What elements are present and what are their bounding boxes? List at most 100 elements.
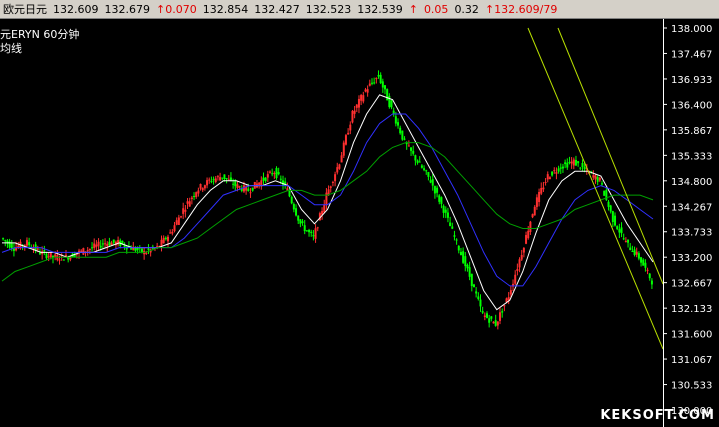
candle-body	[91, 247, 94, 249]
candle-body	[384, 85, 387, 90]
candle-body	[232, 183, 235, 185]
candle-body	[175, 220, 178, 225]
candle-body	[227, 179, 230, 181]
candle-body	[438, 195, 441, 202]
quote-v2: 0.32	[454, 2, 479, 16]
candle-body	[212, 179, 215, 181]
price-axis: 138.000 137.467 136.933 136.400 135.867 135.3…	[663, 19, 712, 427]
ma-line-1	[2, 94, 654, 311]
candle-body	[353, 110, 356, 114]
candle-body	[410, 147, 413, 151]
candle-body	[184, 209, 187, 212]
candle-body	[490, 316, 493, 319]
candle-body	[238, 186, 241, 188]
candle-body	[288, 190, 291, 197]
quote-change: ↑0.070	[156, 2, 197, 16]
candle-body	[264, 177, 267, 182]
candle-body	[594, 175, 597, 180]
candle-body	[47, 256, 50, 258]
candle-body	[266, 174, 269, 178]
candle-body	[162, 237, 165, 244]
candle-body	[106, 243, 109, 247]
candle-body	[236, 184, 239, 188]
candle-body	[45, 253, 48, 259]
candle-body	[82, 248, 85, 255]
candle-body	[203, 185, 206, 189]
candle-body	[650, 280, 653, 285]
candle-body	[167, 236, 170, 242]
candle-body	[101, 243, 104, 245]
candle-body	[579, 167, 582, 169]
candle-body	[188, 201, 191, 207]
candle-body	[290, 196, 293, 204]
candle-body	[156, 245, 159, 247]
symbol-label: 欧元日元	[3, 3, 47, 16]
candle-body	[199, 183, 202, 189]
candle-body	[629, 247, 632, 251]
axis-tick-label: 133.200	[671, 253, 712, 264]
candle-body	[80, 250, 83, 252]
axis-tick-label: 134.267	[671, 202, 712, 213]
candle-body	[520, 255, 523, 260]
candle-body	[277, 172, 280, 175]
candle-body	[407, 145, 410, 147]
quote-last: ↑132.609/79	[484, 2, 558, 16]
candle-body	[251, 187, 254, 191]
candle-body	[557, 168, 560, 172]
candle-body	[483, 315, 486, 318]
candle-body	[566, 162, 569, 168]
candle-body	[104, 243, 107, 245]
candle-body	[208, 179, 211, 181]
candle-body	[509, 290, 512, 295]
candle-body	[388, 95, 391, 108]
candle-body	[190, 197, 193, 199]
candle-body	[331, 181, 334, 183]
candle-body	[581, 162, 584, 167]
candle-body	[379, 74, 382, 84]
candle-body	[347, 132, 350, 135]
candle-body	[342, 142, 345, 156]
candle-body	[637, 253, 640, 259]
candle-body	[470, 273, 473, 287]
candle-body	[173, 225, 176, 232]
candle-body	[464, 256, 467, 267]
candle-body	[596, 176, 599, 182]
candle-body	[603, 190, 606, 196]
candle-body	[394, 116, 397, 124]
quote-p4: 132.539	[357, 2, 403, 16]
candle-body	[477, 296, 480, 300]
candle-body	[538, 191, 541, 203]
axis-tick-label: 135.867	[671, 126, 712, 137]
candle-body	[420, 165, 423, 168]
candle-body	[260, 180, 263, 186]
candle-body	[110, 242, 113, 246]
axis-tick-label: 132.667	[671, 279, 712, 290]
candle-body	[58, 259, 61, 261]
candle-body	[390, 100, 393, 108]
candle-body	[614, 215, 617, 226]
candle-body	[10, 243, 13, 249]
candle-body	[88, 249, 91, 251]
candle-body	[323, 204, 326, 213]
axis-tick-label: 131.067	[671, 355, 712, 366]
candle-body	[633, 249, 636, 255]
candle-body	[140, 248, 143, 253]
candle-body	[180, 216, 183, 218]
candle-body	[221, 177, 224, 179]
candle-body	[357, 98, 360, 108]
candle-body	[305, 230, 308, 232]
candle-body	[635, 251, 638, 255]
candle-body	[574, 159, 577, 166]
candle-body	[516, 268, 519, 271]
candle-body	[616, 226, 619, 230]
candle-body	[355, 104, 358, 108]
candle-body	[642, 259, 645, 266]
candle-body	[514, 274, 517, 284]
candle-body	[561, 166, 564, 169]
candle-body	[225, 178, 228, 180]
candle-body	[349, 124, 352, 131]
candle-body	[501, 311, 504, 313]
candle-body	[401, 130, 404, 140]
price-chart[interactable]	[0, 19, 663, 427]
candle-body	[299, 219, 302, 224]
